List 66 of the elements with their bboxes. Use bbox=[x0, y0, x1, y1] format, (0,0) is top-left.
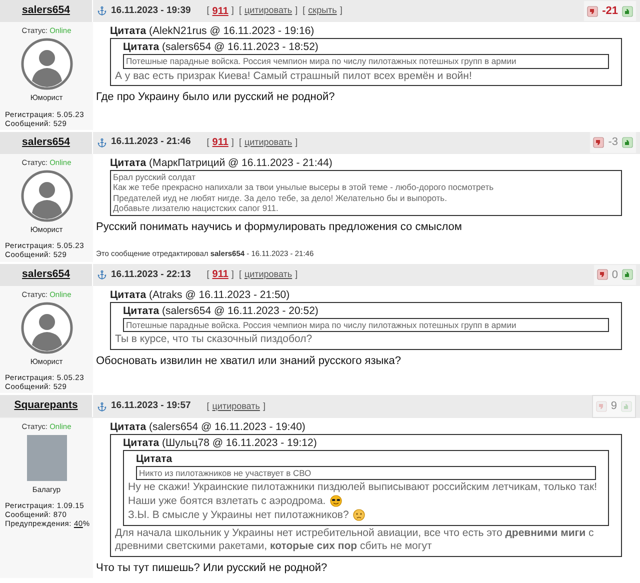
quote-text: Никто из пилотажников не участвует в СВО bbox=[139, 468, 312, 478]
quote-header: Цитата (Шульц78 @ 16.11.2023 - 19:12) bbox=[123, 436, 318, 450]
bracket: [ bbox=[206, 136, 210, 149]
anchor-icon[interactable] bbox=[97, 6, 107, 16]
post-date: 16.11.2023 - 19:57 bbox=[111, 399, 191, 414]
bracket: [ bbox=[238, 268, 242, 281]
action-link[interactable]: цитировать bbox=[244, 268, 292, 282]
bracket: ] bbox=[231, 268, 234, 281]
bracket: ] bbox=[231, 136, 234, 149]
bracket: ] bbox=[295, 268, 298, 281]
quote-text: Для начала школьник у Украины нет истребительной авиации, все что есть это древними миги с древними светскими ракетами, которые сих пор сбить не могут bbox=[115, 526, 595, 554]
avatar-silhouette-icon bbox=[20, 38, 72, 90]
action-link[interactable]: цитировать bbox=[244, 136, 292, 150]
anchor-icon[interactable] bbox=[97, 402, 107, 412]
quote-header: Цитата (AlekN21rus @ 16.11.2023 - 19:16) bbox=[110, 24, 316, 38]
quote-text: З.Ы. В смысле у Украины нет пилотажников? bbox=[128, 509, 604, 523]
bracket: ] bbox=[295, 4, 298, 18]
action-link[interactable]: цитировать bbox=[212, 400, 260, 414]
quote-header: Цитата (МаркПатриций @ 16.11.2023 - 21:44) bbox=[110, 156, 334, 170]
report-link[interactable]: 911 bbox=[212, 135, 228, 150]
sunglasses-smiley-icon bbox=[330, 494, 342, 507]
quote-text: Потешные парадные войска. Россия чемпион мира по числу пилотажных потешных групп в армии bbox=[126, 320, 518, 330]
sad-smiley-icon bbox=[352, 509, 365, 522]
rating-value: 9 bbox=[610, 399, 617, 414]
anchor-icon[interactable] bbox=[97, 270, 107, 280]
bracket: [ bbox=[238, 136, 242, 149]
bracket: [ bbox=[206, 4, 210, 18]
photo-placeholder bbox=[26, 435, 66, 481]
action-link[interactable]: цитировать bbox=[244, 4, 292, 18]
bracket: [ bbox=[238, 4, 242, 18]
rating-value: -3 bbox=[608, 135, 618, 150]
quote-text: Как же тебе прекрасно напихали за твои унылые высеры в этой теме - любо-дорого посмотреть bbox=[113, 182, 495, 192]
post-text: Что ты тут пишешь? Или русский не родной? bbox=[96, 562, 328, 575]
quote-header: Цитата (Atraks @ 16.11.2023 - 21:50) bbox=[110, 288, 291, 302]
bracket: ] bbox=[295, 136, 298, 149]
post-text: Русский понимать научись и формулировать предложения со смыслом bbox=[96, 220, 463, 234]
rating-value: -21 bbox=[602, 4, 618, 19]
avatar-silhouette-icon bbox=[20, 170, 72, 222]
quote-header: Цитата (salers654 @ 16.11.2023 - 19:40) bbox=[110, 420, 306, 434]
quote-header: Цитата bbox=[136, 452, 174, 466]
post-text: Обосновать извилин не хватил или знаний русского языка? bbox=[96, 354, 402, 368]
post-date: 16.11.2023 - 19:39 bbox=[111, 4, 191, 18]
report-link[interactable]: 911 bbox=[212, 267, 228, 282]
bracket: ] bbox=[340, 4, 342, 18]
bracket: ] bbox=[262, 400, 266, 413]
quote-text: Брал русский солдат bbox=[113, 172, 196, 182]
post-text: Где про Украину было или русский не родной? bbox=[96, 91, 336, 104]
quote-header: Цитата (salers654 @ 16.11.2023 - 20:52) bbox=[123, 304, 320, 318]
quote-text: А у вас есть призрак Киева! Самый страшный пилот всех времён и войн! bbox=[115, 70, 473, 83]
bracket: ] bbox=[231, 4, 234, 18]
post-date: 16.11.2023 - 21:46 bbox=[111, 135, 191, 150]
post-date: 16.11.2023 - 22:13 bbox=[111, 268, 191, 282]
quote-text: Ты в курсе, что ты сказочный пиздобол? bbox=[115, 333, 314, 347]
quote-text: Предателей иуд не любят нигде. За дело тебе, за дело! Желательно бы и выпороть. bbox=[113, 192, 448, 203]
action-link[interactable]: скрыть bbox=[308, 4, 337, 18]
report-link[interactable]: 911 bbox=[212, 4, 228, 18]
avatar-silhouette-icon bbox=[20, 302, 72, 354]
quote-text: Потешные парадные войска. Россия чемпион мира по числу пилотажных потешных групп в армии bbox=[126, 56, 518, 66]
quote-text: Ну не скажи! Украинские пилотажники пиздюлей выписывают российским летчикам, только так! Наши уже боятся взлетать с аэродрома. bbox=[128, 481, 598, 508]
bracket: [ bbox=[302, 4, 306, 18]
quote-text: Добавьте лизателю нацистских сапог 911. bbox=[113, 203, 280, 214]
quote-header: Цитата (salers654 @ 16.11.2023 - 18:52) bbox=[123, 40, 320, 54]
bracket: [ bbox=[206, 268, 210, 281]
anchor-icon[interactable] bbox=[97, 138, 107, 148]
bracket: [ bbox=[206, 400, 210, 413]
rating-value: 0 bbox=[612, 268, 618, 282]
